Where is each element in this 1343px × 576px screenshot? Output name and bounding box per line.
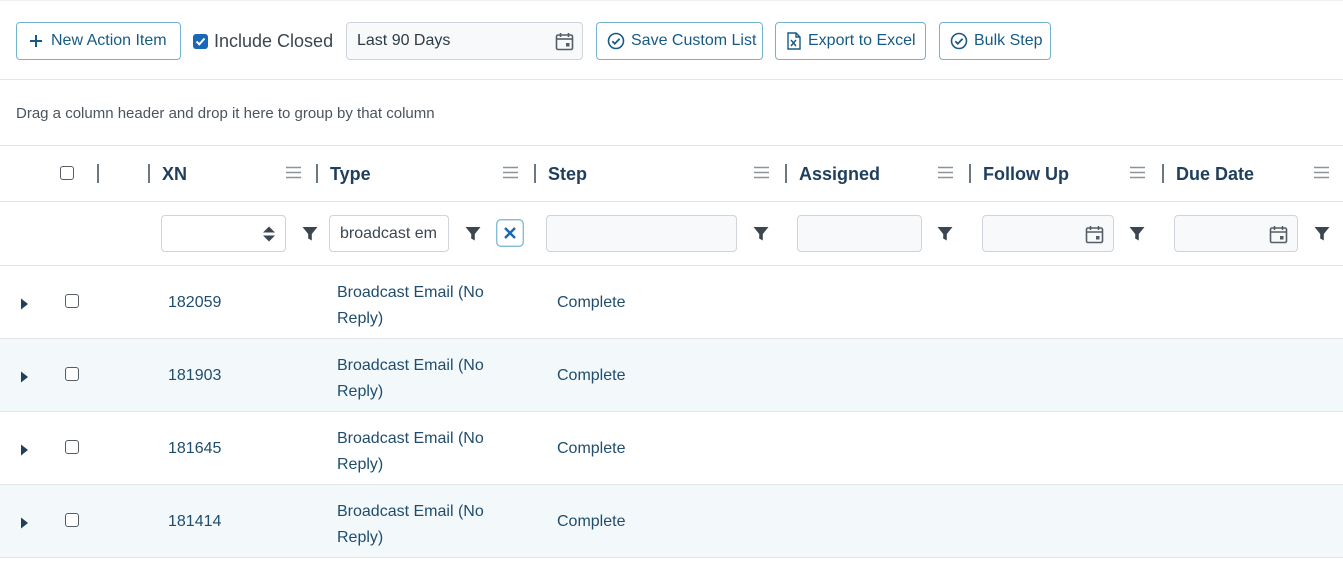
column-header-assigned[interactable]: Assigned	[799, 164, 880, 185]
filter-row: broadcast em	[0, 202, 1343, 266]
plus-icon	[27, 32, 45, 50]
column-menu-icon[interactable]	[503, 166, 518, 184]
row-type: Broadcast Email (No Reply)	[337, 357, 484, 400]
column-header-follow-up[interactable]: Follow Up	[983, 164, 1069, 185]
expand-caret-icon[interactable]	[20, 370, 29, 388]
column-separator[interactable]	[148, 164, 150, 183]
save-custom-list-label: Save Custom List	[631, 32, 757, 49]
column-separator[interactable]	[1162, 164, 1164, 183]
bulk-step-label: Bulk Step	[974, 32, 1043, 49]
column-separator[interactable]	[785, 164, 787, 183]
filter-icon[interactable]	[1314, 226, 1330, 247]
column-menu-icon[interactable]	[286, 166, 301, 184]
table-row[interactable]: 181903 Broadcast Email (No Reply) Comple…	[0, 339, 1343, 412]
expand-caret-icon[interactable]	[20, 297, 29, 315]
due-date-filter-input[interactable]	[1174, 215, 1298, 252]
row-select-checkbox[interactable]	[65, 294, 79, 308]
row-type: Broadcast Email (No Reply)	[337, 284, 484, 327]
group-hint-text: Drag a column header and drop it here to…	[16, 105, 435, 122]
assigned-filter-input[interactable]	[797, 215, 922, 252]
row-type: Broadcast Email (No Reply)	[337, 503, 484, 546]
follow-up-filter-input[interactable]	[982, 215, 1114, 252]
column-separator[interactable]	[969, 164, 971, 183]
select-all-checkbox[interactable]	[60, 166, 74, 180]
group-drop-area[interactable]: Drag a column header and drop it here to…	[0, 80, 1343, 146]
filter-icon[interactable]	[302, 226, 318, 247]
include-closed-toggle[interactable]: Include Closed	[193, 29, 333, 53]
column-separator[interactable]	[97, 164, 99, 183]
calendar-icon[interactable]	[555, 32, 574, 56]
row-step: Complete	[557, 513, 626, 530]
calendar-icon[interactable]	[1269, 225, 1288, 249]
grid-header: XN Type Step Assigned Follow Up Due Date	[0, 146, 1343, 202]
row-xn[interactable]: 182059	[168, 294, 221, 312]
filter-icon[interactable]	[753, 226, 769, 247]
row-type: Broadcast Email (No Reply)	[337, 430, 484, 473]
column-header-type[interactable]: Type	[330, 164, 371, 185]
filter-icon[interactable]	[937, 226, 953, 247]
table-row[interactable]: 182059 Broadcast Email (No Reply) Comple…	[0, 266, 1343, 339]
check-circle-icon	[950, 32, 968, 50]
new-action-item-label: New Action Item	[51, 32, 167, 49]
expand-caret-icon[interactable]	[20, 516, 29, 534]
column-header-step[interactable]: Step	[548, 164, 587, 185]
filter-icon[interactable]	[1129, 226, 1145, 247]
new-action-item-button[interactable]: New Action Item	[16, 22, 181, 60]
column-menu-icon[interactable]	[1314, 166, 1329, 184]
row-xn[interactable]: 181414	[168, 513, 221, 531]
row-select-checkbox[interactable]	[65, 440, 79, 454]
bulk-step-button[interactable]: Bulk Step	[939, 22, 1051, 60]
column-header-due-date[interactable]: Due Date	[1176, 164, 1254, 185]
export-to-excel-button[interactable]: Export to Excel	[775, 22, 926, 60]
row-step: Complete	[557, 367, 626, 384]
expand-caret-icon[interactable]	[20, 443, 29, 461]
include-closed-checkbox[interactable]	[193, 33, 208, 49]
column-header-xn[interactable]: XN	[162, 164, 187, 185]
filter-icon[interactable]	[465, 226, 481, 247]
table-row[interactable]: 181645 Broadcast Email (No Reply) Comple…	[0, 412, 1343, 485]
excel-file-icon	[786, 32, 802, 50]
column-menu-icon[interactable]	[754, 166, 769, 184]
row-xn[interactable]: 181645	[168, 440, 221, 458]
table-row[interactable]: 181414 Broadcast Email (No Reply) Comple…	[0, 485, 1343, 558]
export-to-excel-label: Export to Excel	[808, 32, 916, 49]
include-closed-label: Include Closed	[214, 30, 334, 51]
step-filter-input[interactable]	[546, 215, 737, 252]
row-step: Complete	[557, 440, 626, 457]
row-select-checkbox[interactable]	[65, 367, 79, 381]
calendar-icon[interactable]	[1085, 225, 1104, 249]
column-menu-icon[interactable]	[1130, 166, 1145, 184]
row-step: Complete	[557, 294, 626, 311]
check-circle-icon	[607, 32, 625, 50]
type-filter-input[interactable]: broadcast em	[329, 215, 449, 252]
column-separator[interactable]	[534, 164, 536, 183]
toolbar: New Action Item Include Closed Last 90 D…	[0, 0, 1343, 80]
xn-filter-input[interactable]	[161, 215, 286, 252]
date-range-value: Last 90 Days	[357, 32, 451, 49]
column-separator[interactable]	[316, 164, 318, 183]
spinner-icon[interactable]	[262, 225, 276, 248]
clear-filter-button[interactable]	[496, 219, 524, 252]
row-xn[interactable]: 181903	[168, 367, 221, 385]
column-menu-icon[interactable]	[938, 166, 953, 184]
row-select-checkbox[interactable]	[65, 513, 79, 527]
date-range-picker[interactable]: Last 90 Days	[346, 22, 583, 60]
save-custom-list-button[interactable]: Save Custom List	[596, 22, 763, 60]
type-filter-value: broadcast em	[340, 224, 437, 242]
